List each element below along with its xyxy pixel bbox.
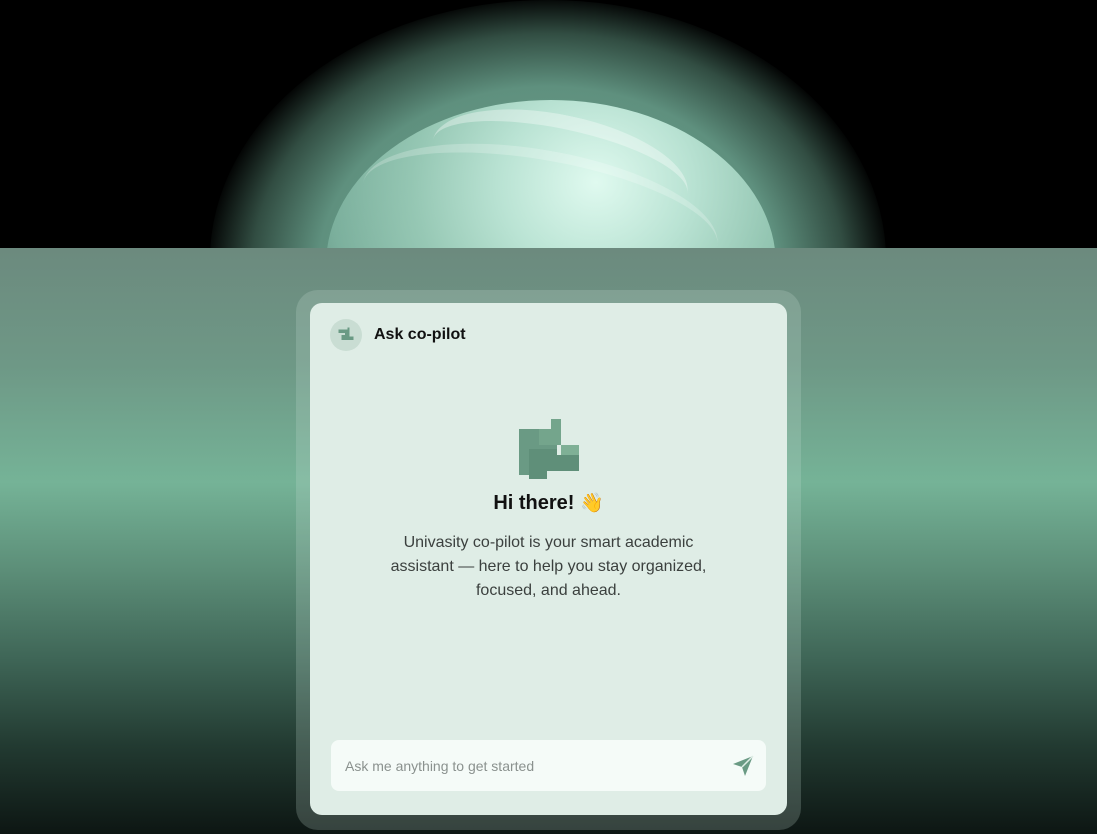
send-button[interactable] — [730, 753, 756, 779]
intro-text: Univasity co-pilot is your smart academi… — [390, 534, 707, 599]
greeting-heading: Hi there! 👋 — [310, 491, 787, 515]
greeting-text: Hi there! — [493, 492, 575, 514]
copilot-logo-icon — [330, 319, 362, 351]
waving-hand-icon: 👋 — [580, 493, 604, 514]
chat-input[interactable] — [343, 749, 717, 782]
chat-header: Ask co-pilot — [330, 319, 466, 351]
scene: Ask co-pilot Hi there! 👋 Univasity co-pi… — [0, 0, 1097, 834]
copilot-logo-icon — [517, 419, 581, 483]
chat-title: Ask co-pilot — [374, 326, 466, 343]
chat-input-box — [331, 740, 766, 791]
chat-widget: Ask co-pilot Hi there! 👋 Univasity co-pi… — [310, 303, 787, 815]
send-icon — [733, 755, 754, 776]
